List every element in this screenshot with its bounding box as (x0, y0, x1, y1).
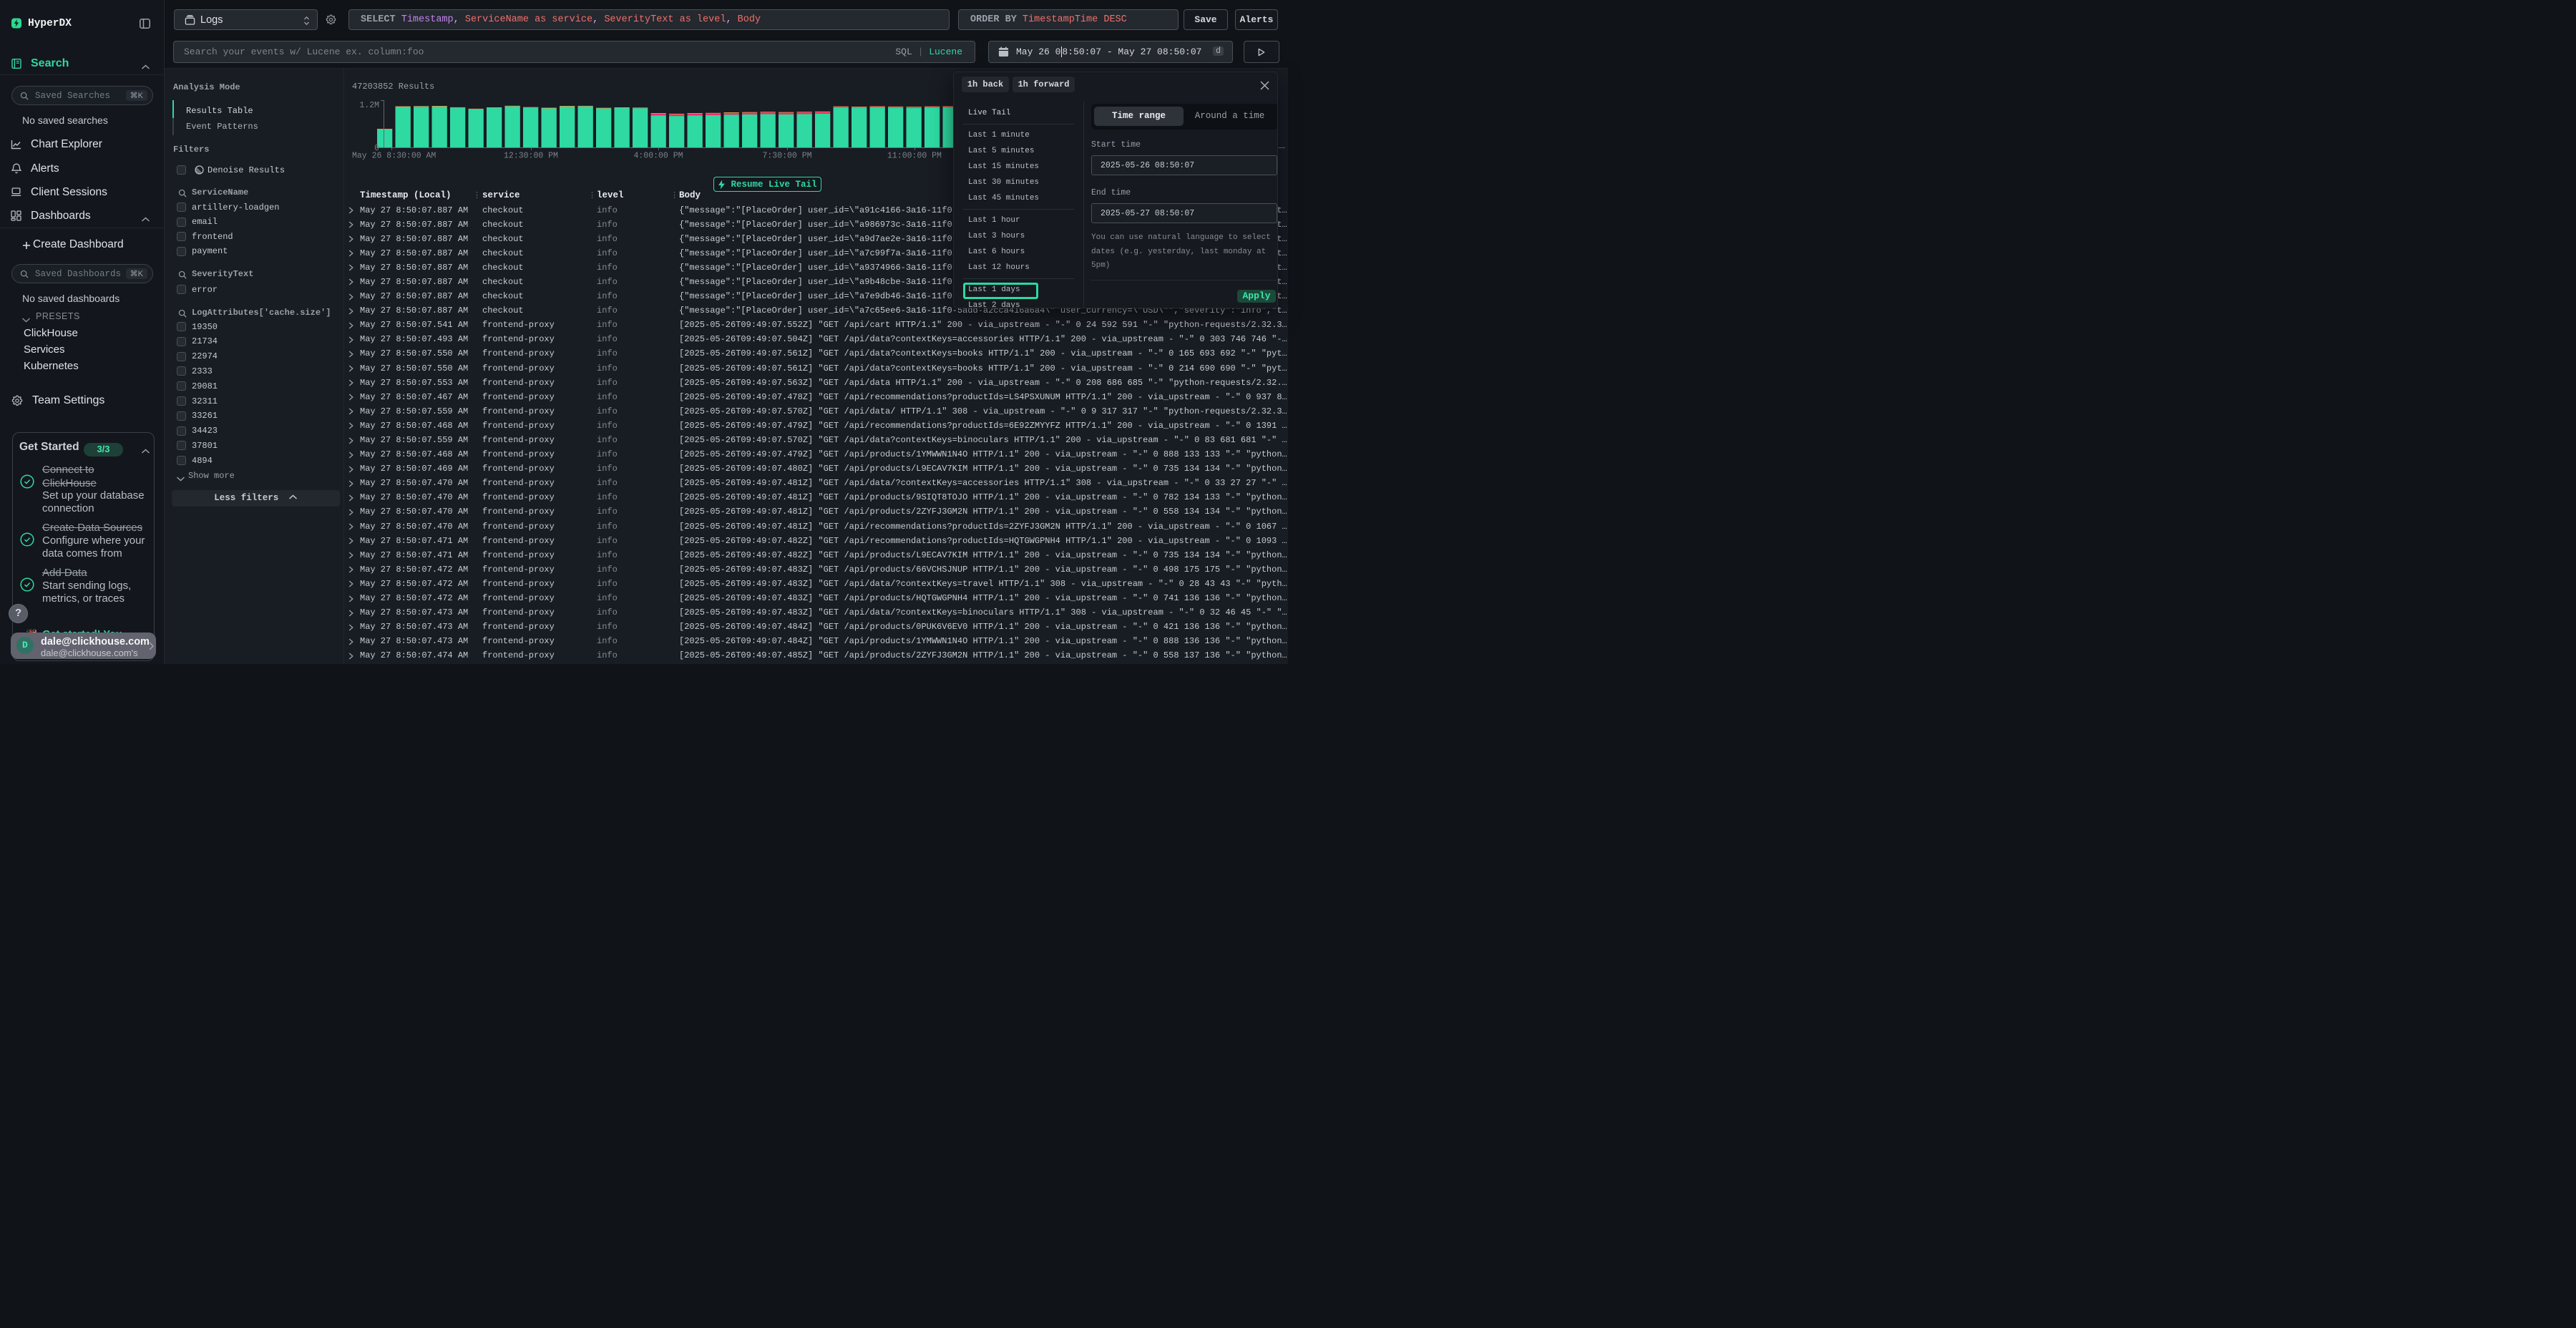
svg-text:1.2M: 1.2M (359, 101, 379, 110)
svg-text:May 26 8:30:00 AM: May 26 8:30:00 AM (352, 152, 436, 161)
svg-text:11:00:00 PM: 11:00:00 PM (887, 152, 942, 161)
svg-text:7:30:00 PM: 7:30:00 PM (762, 152, 811, 161)
svg-text:12:30:00 PM: 12:30:00 PM (504, 152, 558, 161)
svg-text:4:00:00 PM: 4:00:00 PM (633, 152, 683, 161)
